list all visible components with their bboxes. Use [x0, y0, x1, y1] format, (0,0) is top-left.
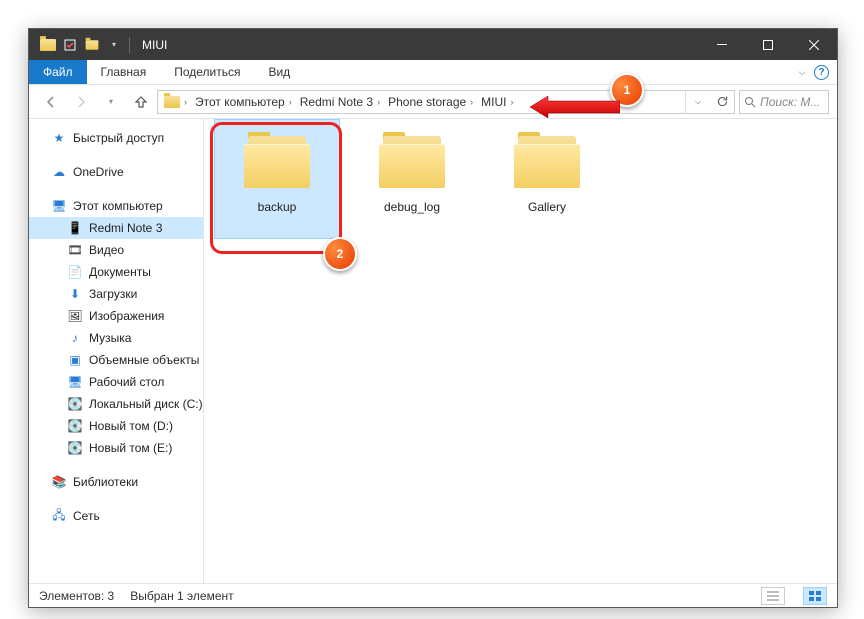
nav-redmi[interactable]: 📱Redmi Note 3: [29, 217, 203, 239]
qat-newfolder-icon[interactable]: [81, 34, 103, 56]
pc-icon: 🖥: [51, 198, 67, 214]
qat-dropdown-icon[interactable]: ▾: [103, 34, 125, 56]
search-icon: [744, 96, 756, 108]
help-icon[interactable]: ?: [814, 65, 829, 80]
cloud-icon: ☁: [51, 164, 67, 180]
nav-disk-d[interactable]: 💽Новый том (D:): [29, 415, 203, 437]
breadcrumb-item[interactable]: MIUI›: [477, 91, 517, 113]
nav-videos[interactable]: 🎞Видео: [29, 239, 203, 261]
close-button[interactable]: [791, 29, 837, 60]
video-icon: 🎞: [67, 242, 83, 258]
network-icon: 🖧: [51, 508, 67, 524]
nav-libraries[interactable]: 📚Библиотеки: [29, 471, 203, 493]
folder-backup[interactable]: backup: [214, 119, 340, 239]
nav-network[interactable]: 🖧Сеть: [29, 505, 203, 527]
search-input[interactable]: Поиск: M...: [739, 90, 829, 114]
breadcrumb-root-icon[interactable]: ›: [160, 91, 191, 113]
address-row: ▾ › Этот компьютер› Redmi Note 3› Phone …: [29, 85, 837, 119]
folder-gallery[interactable]: Gallery: [484, 119, 610, 239]
explorer-window: ▾ MIUI Файл Главная Поделиться Вид ⌵ ? ▾: [28, 28, 838, 608]
app-icon: [37, 34, 59, 56]
nav-recent-dropdown[interactable]: ▾: [97, 89, 125, 115]
nav-desktop[interactable]: 🖥Рабочий стол: [29, 371, 203, 393]
tab-share[interactable]: Поделиться: [160, 60, 254, 84]
content-pane[interactable]: backup debug_log Gallery: [204, 119, 837, 583]
nav-music[interactable]: ♪Музыка: [29, 327, 203, 349]
disk-icon: 💽: [67, 418, 83, 434]
ribbon-expand-icon[interactable]: ⌵: [790, 60, 814, 84]
nav-disk-c[interactable]: 💽Локальный диск (C:): [29, 393, 203, 415]
phone-icon: 📱: [67, 220, 83, 236]
nav-downloads[interactable]: ⬇Загрузки: [29, 283, 203, 305]
nav-quick-access[interactable]: ★Быстрый доступ: [29, 127, 203, 149]
view-details-button[interactable]: [761, 587, 785, 605]
doc-icon: 📄: [67, 264, 83, 280]
folder-label: backup: [258, 200, 297, 214]
minimize-button[interactable]: [699, 29, 745, 60]
breadcrumb-item[interactable]: Redmi Note 3›: [296, 91, 384, 113]
desktop-icon: 🖥: [67, 374, 83, 390]
navigation-pane: ★Быстрый доступ ☁OneDrive 🖥Этот компьюте…: [29, 119, 204, 583]
folder-debuglog[interactable]: debug_log: [349, 119, 475, 239]
picture-icon: 🖼: [67, 308, 83, 324]
nav-documents[interactable]: 📄Документы: [29, 261, 203, 283]
folder-label: Gallery: [528, 200, 566, 214]
tab-home[interactable]: Главная: [87, 60, 161, 84]
breadcrumb-item[interactable]: Phone storage›: [384, 91, 477, 113]
nav-this-pc[interactable]: 🖥Этот компьютер: [29, 195, 203, 217]
refresh-icon[interactable]: [710, 91, 734, 113]
folder-icon: [512, 132, 582, 190]
disk-icon: 💽: [67, 396, 83, 412]
ribbon-tabs: Файл Главная Поделиться Вид ⌵ ?: [29, 60, 837, 85]
nav-3dobjects[interactable]: ▣Объемные объекты: [29, 349, 203, 371]
download-icon: ⬇: [67, 286, 83, 302]
nav-disk-e[interactable]: 💽Новый том (E:): [29, 437, 203, 459]
library-icon: 📚: [51, 474, 67, 490]
address-bar[interactable]: › Этот компьютер› Redmi Note 3› Phone st…: [157, 90, 735, 114]
view-icons-button[interactable]: [803, 587, 827, 605]
status-bar: Элементов: 3 Выбран 1 элемент: [29, 583, 837, 607]
search-placeholder: Поиск: M...: [760, 95, 820, 109]
tab-view[interactable]: Вид: [254, 60, 304, 84]
nav-pictures[interactable]: 🖼Изображения: [29, 305, 203, 327]
cube-icon: ▣: [67, 352, 83, 368]
nav-up-button[interactable]: [127, 89, 155, 115]
maximize-button[interactable]: [745, 29, 791, 60]
address-dropdown-icon[interactable]: ⌵: [686, 91, 710, 113]
status-item-count: Элементов: 3: [39, 589, 114, 603]
tab-file[interactable]: Файл: [29, 60, 87, 84]
nav-back-button[interactable]: [37, 89, 65, 115]
folder-icon: [377, 132, 447, 190]
music-icon: ♪: [67, 330, 83, 346]
nav-forward-button[interactable]: [67, 89, 95, 115]
window-title: MIUI: [142, 38, 167, 52]
folder-icon: [242, 132, 312, 190]
disk-icon: 💽: [67, 440, 83, 456]
qat-properties-icon[interactable]: [59, 34, 81, 56]
folder-label: debug_log: [384, 200, 440, 214]
nav-onedrive[interactable]: ☁OneDrive: [29, 161, 203, 183]
breadcrumb-item[interactable]: Этот компьютер›: [191, 91, 296, 113]
status-selection: Выбран 1 элемент: [130, 589, 233, 603]
star-icon: ★: [51, 130, 67, 146]
title-bar: ▾ MIUI: [29, 29, 837, 60]
